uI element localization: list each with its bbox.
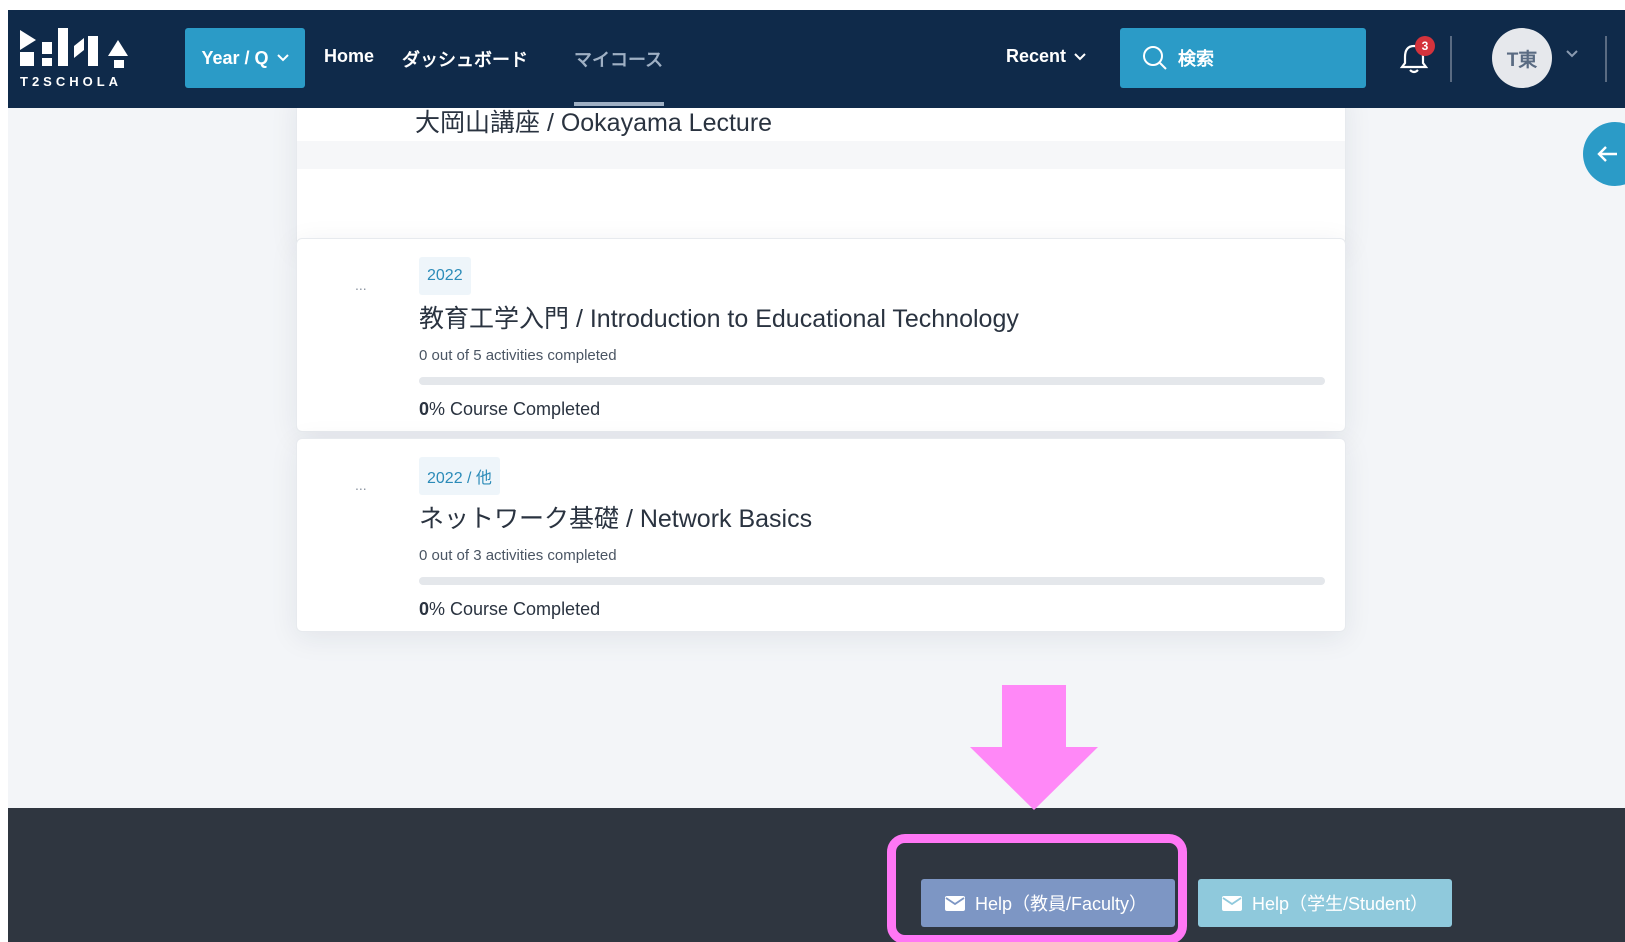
avatar[interactable]: T東 <box>1492 28 1552 88</box>
logo-text: T2SCHOLA <box>20 74 123 89</box>
drawer-toggle-button[interactable] <box>1583 122 1625 186</box>
envelope-icon <box>1222 895 1242 911</box>
search-button[interactable]: 検索 <box>1120 28 1366 88</box>
completed-percent: 0 <box>419 599 430 619</box>
chevron-down-icon <box>276 54 289 62</box>
navbar-divider <box>1605 36 1607 82</box>
nav-link-home[interactable]: Home <box>324 46 374 67</box>
year-badge: 2022 <box>419 257 471 295</box>
nav-link-dashboard[interactable]: ダッシュボード <box>402 46 528 72</box>
progress-bar <box>419 577 1325 585</box>
course-card-ookayama[interactable]: 大岡山講座 / Ookayama Lecture <box>296 90 1346 246</box>
search-icon <box>1143 46 1167 70</box>
course-card-network-basics[interactable]: ... 2022 / 他 ネットワーク基礎 / Network Basics 0… <box>296 438 1346 632</box>
chevron-down-icon <box>1074 52 1086 60</box>
search-label: 検索 <box>1178 49 1214 69</box>
active-nav-indicator <box>574 102 664 106</box>
year-quarter-dropdown[interactable]: Year / Q <box>185 28 305 88</box>
course-image-placeholder: ... <box>355 477 367 493</box>
course-title[interactable]: 大岡山講座 / Ookayama Lecture <box>415 103 772 139</box>
chevron-down-icon[interactable] <box>1566 50 1578 58</box>
nav-link-my-courses[interactable]: マイコース <box>574 46 663 72</box>
help-faculty-button[interactable]: Help（教員/Faculty） <box>921 879 1175 927</box>
help-student-button[interactable]: Help（学生/Student） <box>1198 879 1452 927</box>
year-quarter-label: Year / Q <box>201 47 269 68</box>
course-completed-text: 0% Course Completed <box>419 399 600 420</box>
page-frame: 大岡山講座 / Ookayama Lecture ... 2022 教育工学入門… <box>8 10 1625 942</box>
envelope-icon <box>945 895 965 911</box>
activities-completed: 0 out of 5 activities completed <box>419 347 617 364</box>
progress-bar <box>419 377 1325 385</box>
year-badge: 2022 / 他 <box>419 457 500 495</box>
course-title[interactable]: ネットワーク基礎 / Network Basics <box>419 499 812 535</box>
recent-dropdown[interactable]: Recent <box>1006 46 1086 67</box>
course-title[interactable]: 教育工学入門 / Introduction to Educational Tec… <box>419 299 1019 335</box>
activities-completed: 0 out of 3 activities completed <box>419 547 617 564</box>
card-strip <box>297 141 1345 169</box>
arrow-left-icon <box>1597 146 1617 162</box>
completed-percent: 0 <box>419 399 430 419</box>
logo-mark-icon <box>20 28 128 68</box>
completed-label: % Course Completed <box>429 599 601 619</box>
annotation-arrow-icon <box>970 685 1098 810</box>
course-completed-text: 0% Course Completed <box>419 599 600 620</box>
completed-label: % Course Completed <box>429 399 601 419</box>
help-student-label: Help（学生/Student） <box>1252 894 1429 914</box>
top-navbar: T2SCHOLA Year / Q Home ダッシュボード マイコース Rec… <box>8 10 1625 108</box>
help-faculty-label: Help（教員/Faculty） <box>975 894 1148 914</box>
course-card-educational-technology[interactable]: ... 2022 教育工学入門 / Introduction to Educat… <box>296 238 1346 432</box>
recent-label: Recent <box>1006 46 1067 66</box>
course-image-placeholder: ... <box>355 277 367 293</box>
navbar-divider <box>1450 36 1452 82</box>
t2schola-logo[interactable]: T2SCHOLA <box>18 26 138 96</box>
notification-badge: 3 <box>1415 36 1435 56</box>
